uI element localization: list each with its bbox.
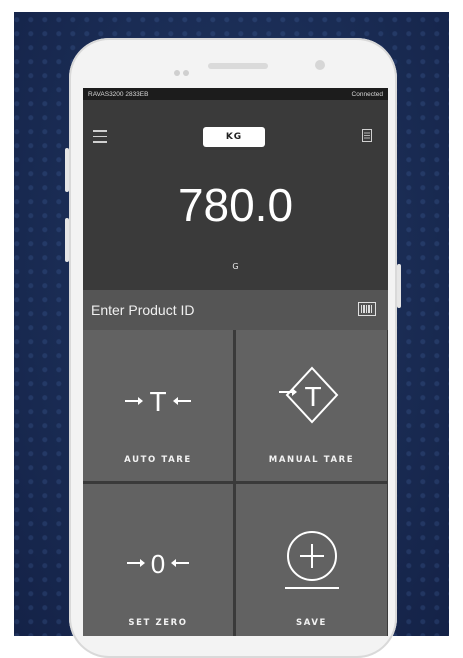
product-id-placeholder: Enter Product ID [91,302,195,318]
document-icon[interactable] [362,129,372,142]
auto-tare-button[interactable]: T AUTO TARE [83,330,233,481]
save-label: SAVE [296,618,327,628]
status-bar: RAVAS3200 2833EB Connected [83,88,388,100]
device-name: RAVAS3200 2833EB [88,90,149,98]
product-id-input[interactable]: Enter Product ID [83,290,388,330]
weight-panel: KG 780.0 G [83,100,388,290]
phone-side-button [65,148,69,192]
phone-side-button [65,218,69,262]
svg-text:T: T [304,381,321,412]
camera-icon [174,61,196,76]
save-plus-icon [284,531,339,589]
weight-readout: 780.0 [177,179,294,231]
set-zero-label: SET ZERO [128,618,188,628]
svg-text:T: T [149,386,166,416]
weight-unit-label: G [232,262,239,271]
set-zero-button[interactable]: 0 SET ZERO [83,484,233,636]
save-button[interactable]: SAVE [236,484,387,636]
barcode-scan-icon[interactable] [358,302,376,316]
auto-tare-label: AUTO TARE [124,455,192,465]
auto-tare-icon: T [125,386,191,416]
manual-tare-button[interactable]: T MANUAL TARE [236,330,387,481]
action-grid: T AUTO TARE T MANUAL TARE 0 SET ZERO SAV… [83,330,388,636]
unit-toggle-button[interactable]: KG [203,127,265,147]
phone-side-button [397,264,401,308]
svg-text:0: 0 [151,549,165,578]
speaker-grille [208,63,268,69]
app-screen: RAVAS3200 2833EB Connected KG 780.0 G En… [83,88,388,636]
hamburger-menu-icon[interactable] [93,130,107,143]
manual-tare-icon: T [278,366,338,424]
sensor-icon [315,60,325,70]
connection-status: Connected [351,90,383,98]
set-zero-icon: 0 [127,549,189,578]
manual-tare-label: MANUAL TARE [268,455,355,465]
